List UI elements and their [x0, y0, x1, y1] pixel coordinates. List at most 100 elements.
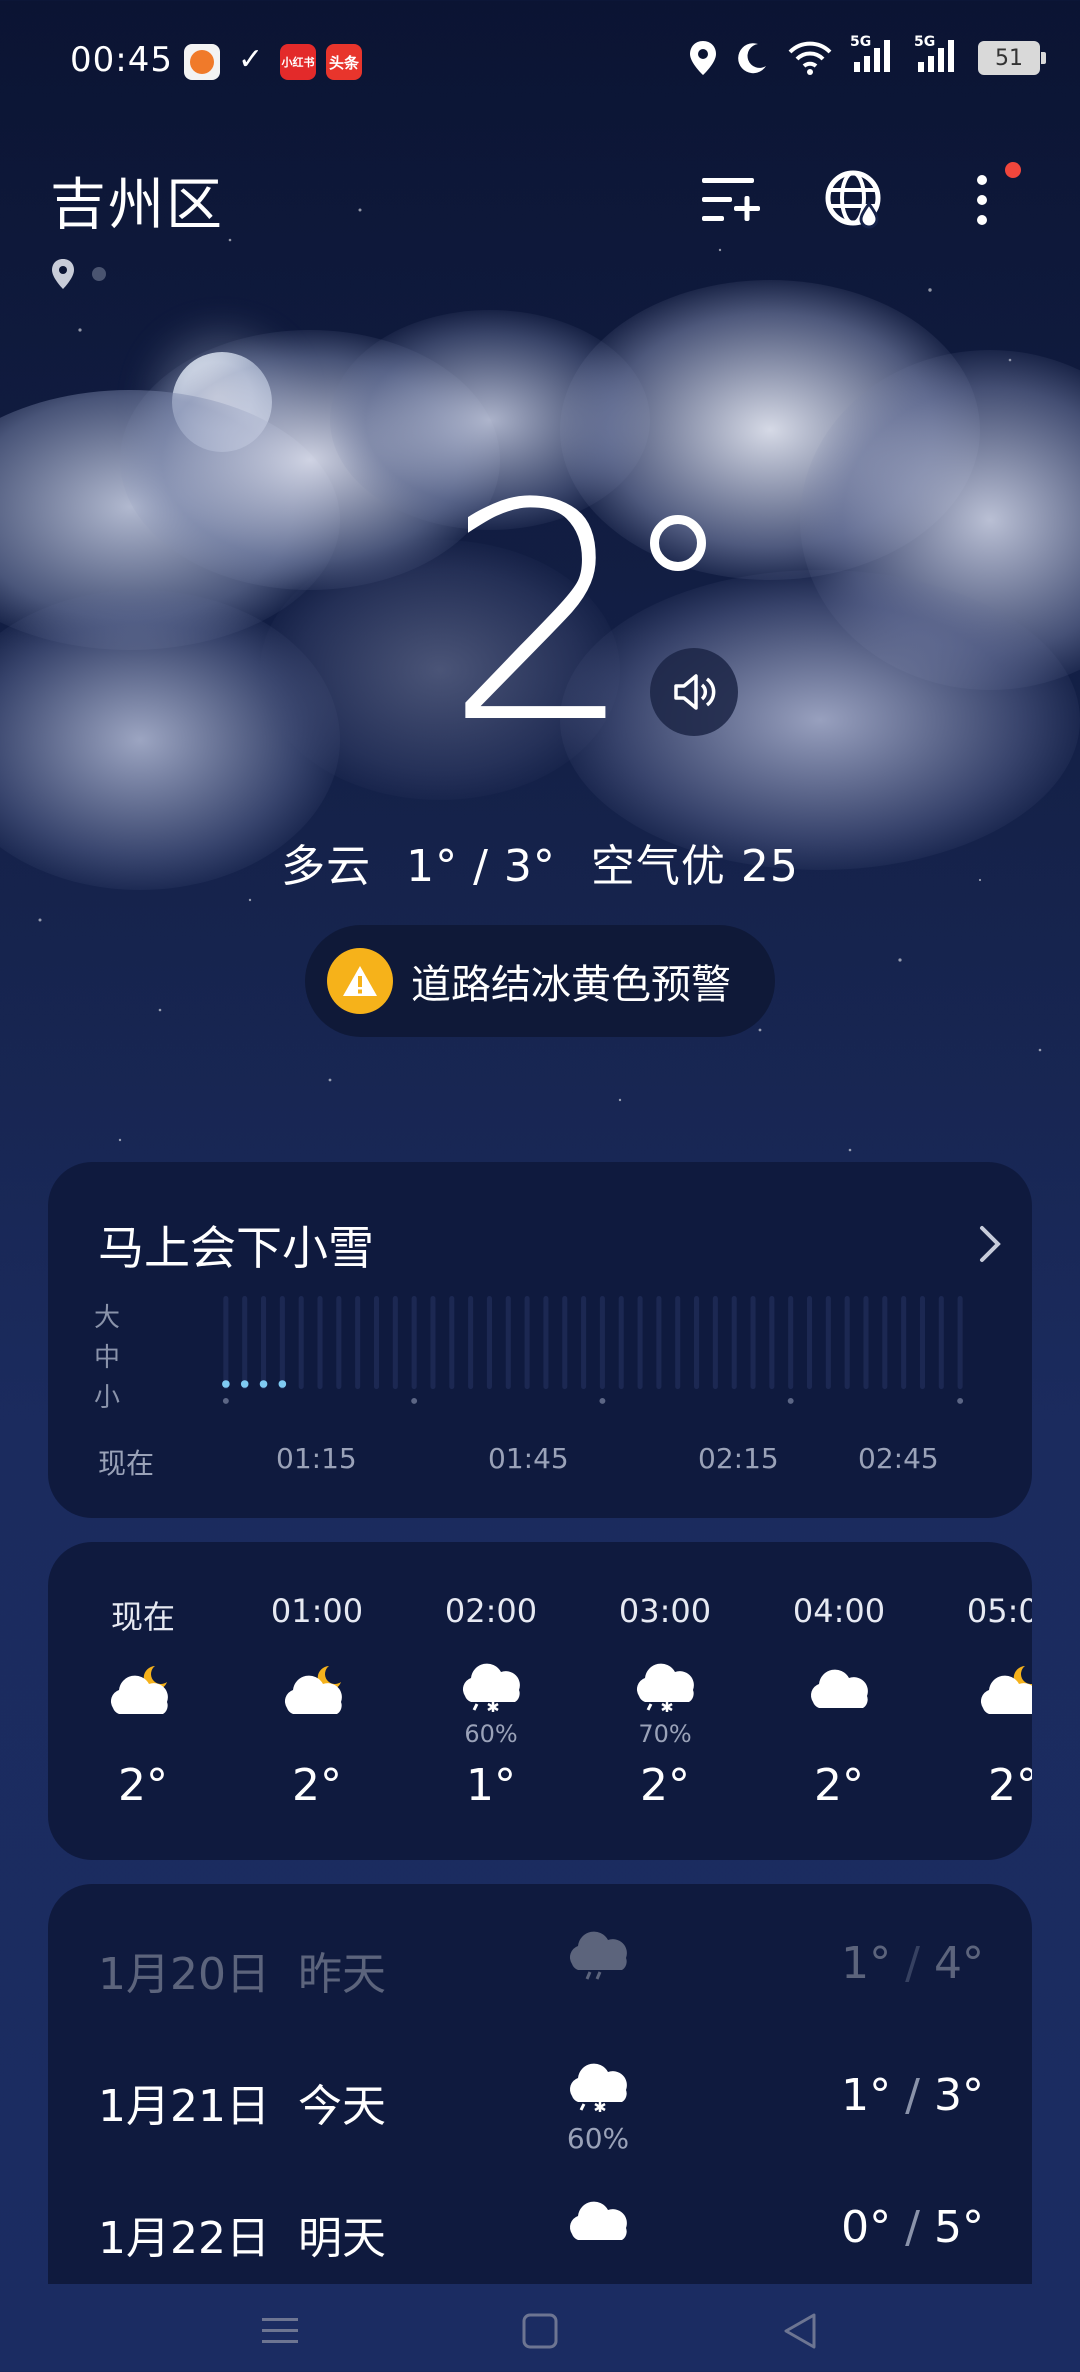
- axis-tick: [787, 1397, 794, 1404]
- hour-temp: 1°: [466, 1760, 516, 1811]
- nowcast-bar: [430, 1296, 436, 1390]
- day-row[interactable]: 1月20日 昨天 1° / 4°: [48, 1908, 1032, 2038]
- status-icons: 5G 5G 51: [688, 34, 1046, 78]
- app-icon-1: [184, 44, 220, 80]
- day-row[interactable]: 1月21日 今天 60% 1° / 3°: [48, 2040, 1032, 2170]
- day-temp-range: 1° / 4°: [841, 1938, 984, 1989]
- time-label: 现在: [98, 1447, 155, 1480]
- signal-1-icon: 5G: [850, 34, 898, 78]
- nowcast-bar: [712, 1296, 718, 1390]
- hourly-forecast-card[interactable]: 现在 2° 01:00 2° 02:00 60% 1° 03:00 70% 2°…: [48, 1542, 1032, 1860]
- time-label: 01:45: [488, 1442, 569, 1475]
- cloudy-icon: [810, 1669, 868, 1708]
- nowcast-bar: [543, 1296, 549, 1390]
- nowcast-bar: [562, 1296, 568, 1390]
- day-relative: 明天: [297, 2213, 386, 2264]
- nowcast-bar: [750, 1296, 756, 1390]
- day-temp-range: 1° / 3°: [841, 2070, 984, 2121]
- page-indicator: [50, 258, 106, 290]
- nowcast-level-dot: [222, 1380, 230, 1388]
- time-label: 02:45: [858, 1442, 939, 1475]
- hour-time: 05:00: [966, 1592, 1032, 1630]
- nowcast-bar: [581, 1296, 587, 1390]
- snow-icon: [462, 1663, 520, 1712]
- more-vertical-icon: [977, 175, 987, 225]
- daily-forecast-card[interactable]: 1月20日 昨天 1° / 4° 1月21日 今天 60% 1° / 3° 1月…: [48, 1884, 1032, 2284]
- axis-tick: [957, 1397, 964, 1404]
- time-label: 02:15: [698, 1442, 779, 1475]
- back-nav-icon[interactable]: [780, 2311, 820, 2351]
- battery-icon: 51: [978, 41, 1046, 75]
- hour-time: 03:00: [618, 1592, 712, 1630]
- nowcast-bar: [373, 1296, 380, 1390]
- speaker-icon: [674, 674, 716, 710]
- list-add-icon: [702, 178, 760, 221]
- day-row[interactable]: 1月22日 明天 0° / 5°: [48, 2172, 1032, 2284]
- nowcast-bar: [957, 1296, 963, 1390]
- day-relative: 昨天: [297, 1949, 386, 2000]
- partly-cloudy-night-icon: [110, 1666, 168, 1714]
- nowcast-bar: [863, 1296, 869, 1390]
- nowcast-bar: [675, 1296, 681, 1390]
- menu-nav-icon[interactable]: [260, 2314, 300, 2348]
- city-name[interactable]: 吉州区: [50, 160, 224, 241]
- nowcast-bar: [524, 1296, 530, 1390]
- location-icon: [690, 41, 716, 75]
- day-low: 1°: [841, 2070, 892, 2121]
- snow-icon: [569, 2063, 627, 2112]
- home-nav-icon[interactable]: [520, 2311, 560, 2351]
- moon-icon: [738, 43, 766, 74]
- nowcast-bar: [769, 1296, 775, 1390]
- warning-icon: [327, 948, 393, 1014]
- nowcast-bar: [844, 1296, 850, 1390]
- degree-symbol: [650, 515, 706, 571]
- nowcast-level-dot: [240, 1380, 249, 1388]
- check-icon: ✓: [238, 42, 264, 77]
- day-high: 5°: [934, 2202, 984, 2253]
- hour-temp: 2°: [292, 1760, 342, 1811]
- day-date: 1月20日: [98, 1949, 270, 2000]
- nowcast-bar: [242, 1296, 248, 1390]
- day-low: 1°: [841, 1938, 892, 1989]
- hourly-forecast-list[interactable]: 现在 2° 01:00 2° 02:00 60% 1° 03:00 70% 2°…: [48, 1542, 1032, 1860]
- alert-text: 道路结冰黄色预警: [411, 962, 731, 1008]
- hour-temp: 2°: [640, 1760, 690, 1811]
- nowcast-bar: [694, 1296, 700, 1390]
- day-low: 0°: [841, 2202, 892, 2253]
- nowcast-bar: [882, 1296, 888, 1390]
- nowcast-bar: [411, 1296, 417, 1390]
- manage-cities-button[interactable]: [695, 165, 765, 235]
- system-navigation-bar: [0, 2290, 1080, 2372]
- nowcast-bar: [260, 1296, 267, 1390]
- nowcast-bar: [618, 1296, 624, 1390]
- nowcast-bar-chart: [222, 1296, 964, 1404]
- nowcast-bar: [599, 1296, 605, 1390]
- nowcast-bar: [919, 1296, 926, 1390]
- nowcast-bar: [901, 1296, 907, 1390]
- hour-time: 现在: [110, 1598, 175, 1636]
- nowcast-bar: [731, 1296, 737, 1390]
- weather-alert-pill[interactable]: 道路结冰黄色预警: [305, 925, 775, 1037]
- time-label: 01:15: [276, 1442, 357, 1475]
- nowcast-level-dot: [259, 1380, 268, 1388]
- snow-icon: [636, 1663, 694, 1712]
- nowcast-bar: [279, 1296, 285, 1390]
- nowcast-title: 马上会下小雪: [98, 1221, 374, 1275]
- nowcast-bar: [468, 1296, 474, 1390]
- air-quality[interactable]: 空气优 25: [591, 841, 799, 892]
- app-icon-toutiao: 头条: [326, 44, 362, 80]
- precipitation-nowcast-card[interactable]: 马上会下小雪 大 中 小 现在 01:15 01:45 02:15 02:45: [48, 1162, 1032, 1518]
- nowcast-bar: [788, 1296, 794, 1390]
- day-date-label: 1月20日 昨天: [98, 1938, 386, 2002]
- nowcast-bar: [223, 1296, 229, 1390]
- nowcast-bar: [656, 1296, 662, 1390]
- voice-broadcast-button[interactable]: [650, 648, 738, 736]
- nowcast-bar: [392, 1296, 398, 1390]
- page-dot: [92, 267, 106, 281]
- chevron-right-icon[interactable]: [978, 1224, 1002, 1264]
- hour-temp: 2°: [988, 1760, 1032, 1811]
- global-weather-button[interactable]: [820, 165, 890, 235]
- nowcast-bar: [486, 1296, 492, 1390]
- status-time: 00:45: [70, 40, 173, 80]
- day-date-label: 1月22日 明天: [98, 2202, 386, 2266]
